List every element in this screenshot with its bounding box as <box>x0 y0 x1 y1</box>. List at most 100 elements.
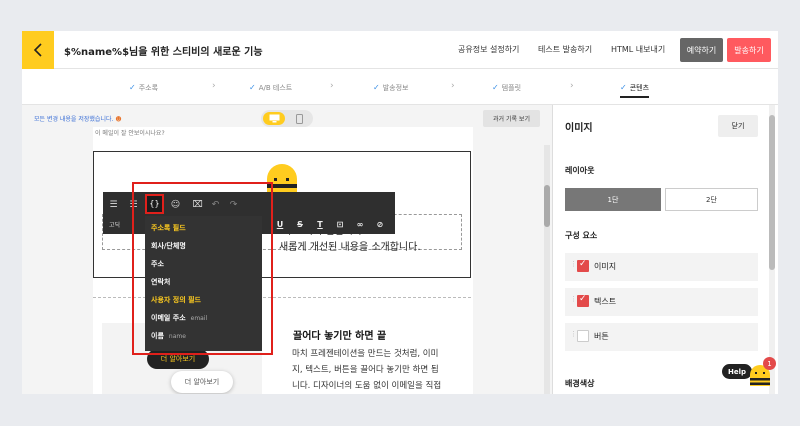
component-text[interactable]: ⋮⋮ 텍스트 <box>565 288 758 316</box>
desktop-view-button[interactable] <box>263 112 285 125</box>
unlink-icon[interactable]: ⊘ <box>374 218 386 231</box>
underline-icon[interactable]: U <box>274 218 286 231</box>
address-field-header: 주소록 필드 <box>151 224 186 232</box>
field-label: 이메일 주소 <box>151 314 186 322</box>
editor-window: $%name%$님을 위한 스티비의 새로운 기능 공유정보 설정하기 테스트 … <box>22 31 778 394</box>
numbered-list-icon[interactable]: ☷ <box>127 198 140 211</box>
field-phone[interactable]: 연락처 <box>151 277 170 287</box>
save-status-text: 모든 변경 내용을 저장했습니다. <box>34 116 114 123</box>
text-toolbar: ☰ ☷ {} ☺ ⌧ ↶ ↷ <box>103 192 395 216</box>
step-label: 콘텐츠 <box>629 84 650 92</box>
bg-color-label: 배경색상 <box>565 379 595 388</box>
share-settings-link[interactable]: 공유정보 설정하기 <box>458 44 519 55</box>
smile-icon: ☻ <box>115 116 122 123</box>
font-select[interactable]: 고딕 <box>109 220 120 229</box>
close-panel-button[interactable]: 닫기 <box>718 115 758 137</box>
panel-scrollbar[interactable] <box>769 105 775 394</box>
component-button[interactable]: ⋮⋮ 버튼 <box>565 323 758 351</box>
component-image[interactable]: ⋮⋮ 이미지 <box>565 253 758 281</box>
braces-icon: {} <box>149 199 160 208</box>
canvas-scroll-thumb[interactable] <box>544 185 550 227</box>
step-content[interactable]: ✓ 콘텐츠 <box>620 83 650 98</box>
learn-more-button[interactable]: 더 알아보기 <box>147 349 209 369</box>
step-label: A/B 테스트 <box>258 84 293 92</box>
field-menu: 주소록 필드 회사/단체명 주소 연락처 사용자 정의 필드 이메일 주소 ema… <box>145 216 262 351</box>
history-button[interactable]: 과거 기록 보기 <box>483 110 540 127</box>
feature-text: 니다. 디자이너의 도움 없이 이메일을 직접 <box>292 381 442 391</box>
feature-heading: 끌어다 놓기만 하면 끝 <box>293 331 387 342</box>
field-name[interactable]: 이름 name <box>151 331 186 341</box>
reserve-button[interactable]: 예약하기 <box>680 38 723 62</box>
strikethrough-icon[interactable]: S <box>294 218 306 231</box>
field-address[interactable]: 주소 <box>151 259 164 269</box>
top-header: $%name%$님을 위한 스티비의 새로운 기능 공유정보 설정하기 테스트 … <box>22 31 778 69</box>
step-nav: ✓ 주소록 › ✓ A/B 테스트 › ✓ 발송정보 › ✓ 템플릿 › ✓ 콘텐츠 <box>22 69 778 105</box>
check-icon: ✓ <box>620 83 627 92</box>
export-html-link[interactable]: HTML 내보내기 <box>611 44 665 55</box>
chevron-right-icon: › <box>212 81 216 91</box>
panel-scroll-thumb[interactable] <box>769 115 775 270</box>
field-key: email <box>190 315 208 322</box>
layout-label: 레이아웃 <box>565 166 595 175</box>
layout-two-column-button[interactable]: 2단 <box>665 188 758 211</box>
emoji-icon[interactable]: ☺ <box>169 198 182 211</box>
component-label: 텍스트 <box>594 297 617 306</box>
insert-field-button[interactable]: {} <box>145 194 164 214</box>
step-label: 주소록 <box>138 84 159 92</box>
text-checkbox[interactable] <box>577 294 589 307</box>
components-label: 구성 요소 <box>565 231 598 240</box>
step-address-book[interactable]: ✓ 주소록 <box>129 83 158 93</box>
check-icon: ✓ <box>129 83 136 92</box>
notification-badge: 1 <box>763 357 776 370</box>
feature-text: 지, 텍스트, 버튼을 끌어다 놓기만 하면 됩 <box>292 365 439 375</box>
step-template[interactable]: ✓ 템플릿 <box>492 83 521 93</box>
field-label: 이름 <box>151 332 164 340</box>
chevron-right-icon: › <box>451 81 455 91</box>
chevron-right-icon: › <box>570 81 574 91</box>
field-key: name <box>168 333 186 340</box>
page-title: $%name%$님을 위한 스티비의 새로운 기능 <box>64 47 263 58</box>
check-icon: ✓ <box>373 83 380 92</box>
help-widget[interactable]: Help 1 <box>722 357 776 390</box>
check-icon: ✓ <box>492 83 499 92</box>
chevron-left-icon <box>33 43 42 57</box>
component-label: 버튼 <box>594 332 609 341</box>
text-bg-color-icon[interactable]: ⊡ <box>334 218 346 231</box>
check-icon: ✓ <box>249 83 256 92</box>
image-checkbox[interactable] <box>577 259 589 272</box>
step-label: 템플릿 <box>501 84 522 92</box>
device-toggle <box>261 110 313 127</box>
monitor-icon <box>269 114 279 123</box>
link-icon[interactable]: ∞ <box>354 218 366 231</box>
step-send-info[interactable]: ✓ 발송정보 <box>373 83 408 93</box>
undo-icon[interactable]: ↶ <box>209 198 222 211</box>
learn-more-button-drag[interactable]: 더 알아보기 <box>171 371 233 393</box>
intro-text: 새롭게 개선된 내용을 소개합니다. <box>279 242 421 253</box>
text-color-icon[interactable]: T <box>314 218 326 231</box>
test-send-link[interactable]: 테스트 발송하기 <box>538 44 592 55</box>
canvas-scrollbar[interactable] <box>544 145 550 394</box>
active-underline <box>620 96 650 98</box>
custom-field-header: 사용자 정의 필드 <box>151 296 201 304</box>
clear-format-icon[interactable]: ⌧ <box>191 198 204 211</box>
preheader-text: 이 메일이 잘 안보이시나요? <box>95 130 165 137</box>
chevron-right-icon: › <box>330 81 334 91</box>
step-label: 발송정보 <box>382 84 409 92</box>
component-label: 이미지 <box>594 262 617 271</box>
layout-one-column-button[interactable]: 1단 <box>565 188 661 211</box>
button-checkbox[interactable] <box>577 330 589 342</box>
back-button[interactable] <box>22 31 54 69</box>
panel-title: 이미지 <box>565 123 593 134</box>
send-button[interactable]: 발송하기 <box>727 38 771 62</box>
bullet-list-icon[interactable]: ☰ <box>107 198 120 211</box>
redo-icon[interactable]: ↷ <box>227 198 240 211</box>
mobile-view-button[interactable] <box>291 112 307 125</box>
editor-canvas: 모든 변경 내용을 저장했습니다. ☻ 과거 기록 보기 이 메일이 잘 안보이시… <box>22 105 552 394</box>
feature-text: 마치 프레젠테이션을 만드는 것처럼, 이미 <box>292 349 439 359</box>
field-email[interactable]: 이메일 주소 email <box>151 313 207 323</box>
step-ab-test[interactable]: ✓ A/B 테스트 <box>249 83 292 93</box>
field-company[interactable]: 회사/단체명 <box>151 241 186 251</box>
mobile-icon <box>295 113 303 124</box>
properties-panel: 이미지 닫기 레이아웃 1단 2단 구성 요소 ⋮⋮ 이미지 ⋮⋮ 텍스트 ⋮⋮… <box>552 105 778 394</box>
bee-logo-icon <box>267 164 297 193</box>
